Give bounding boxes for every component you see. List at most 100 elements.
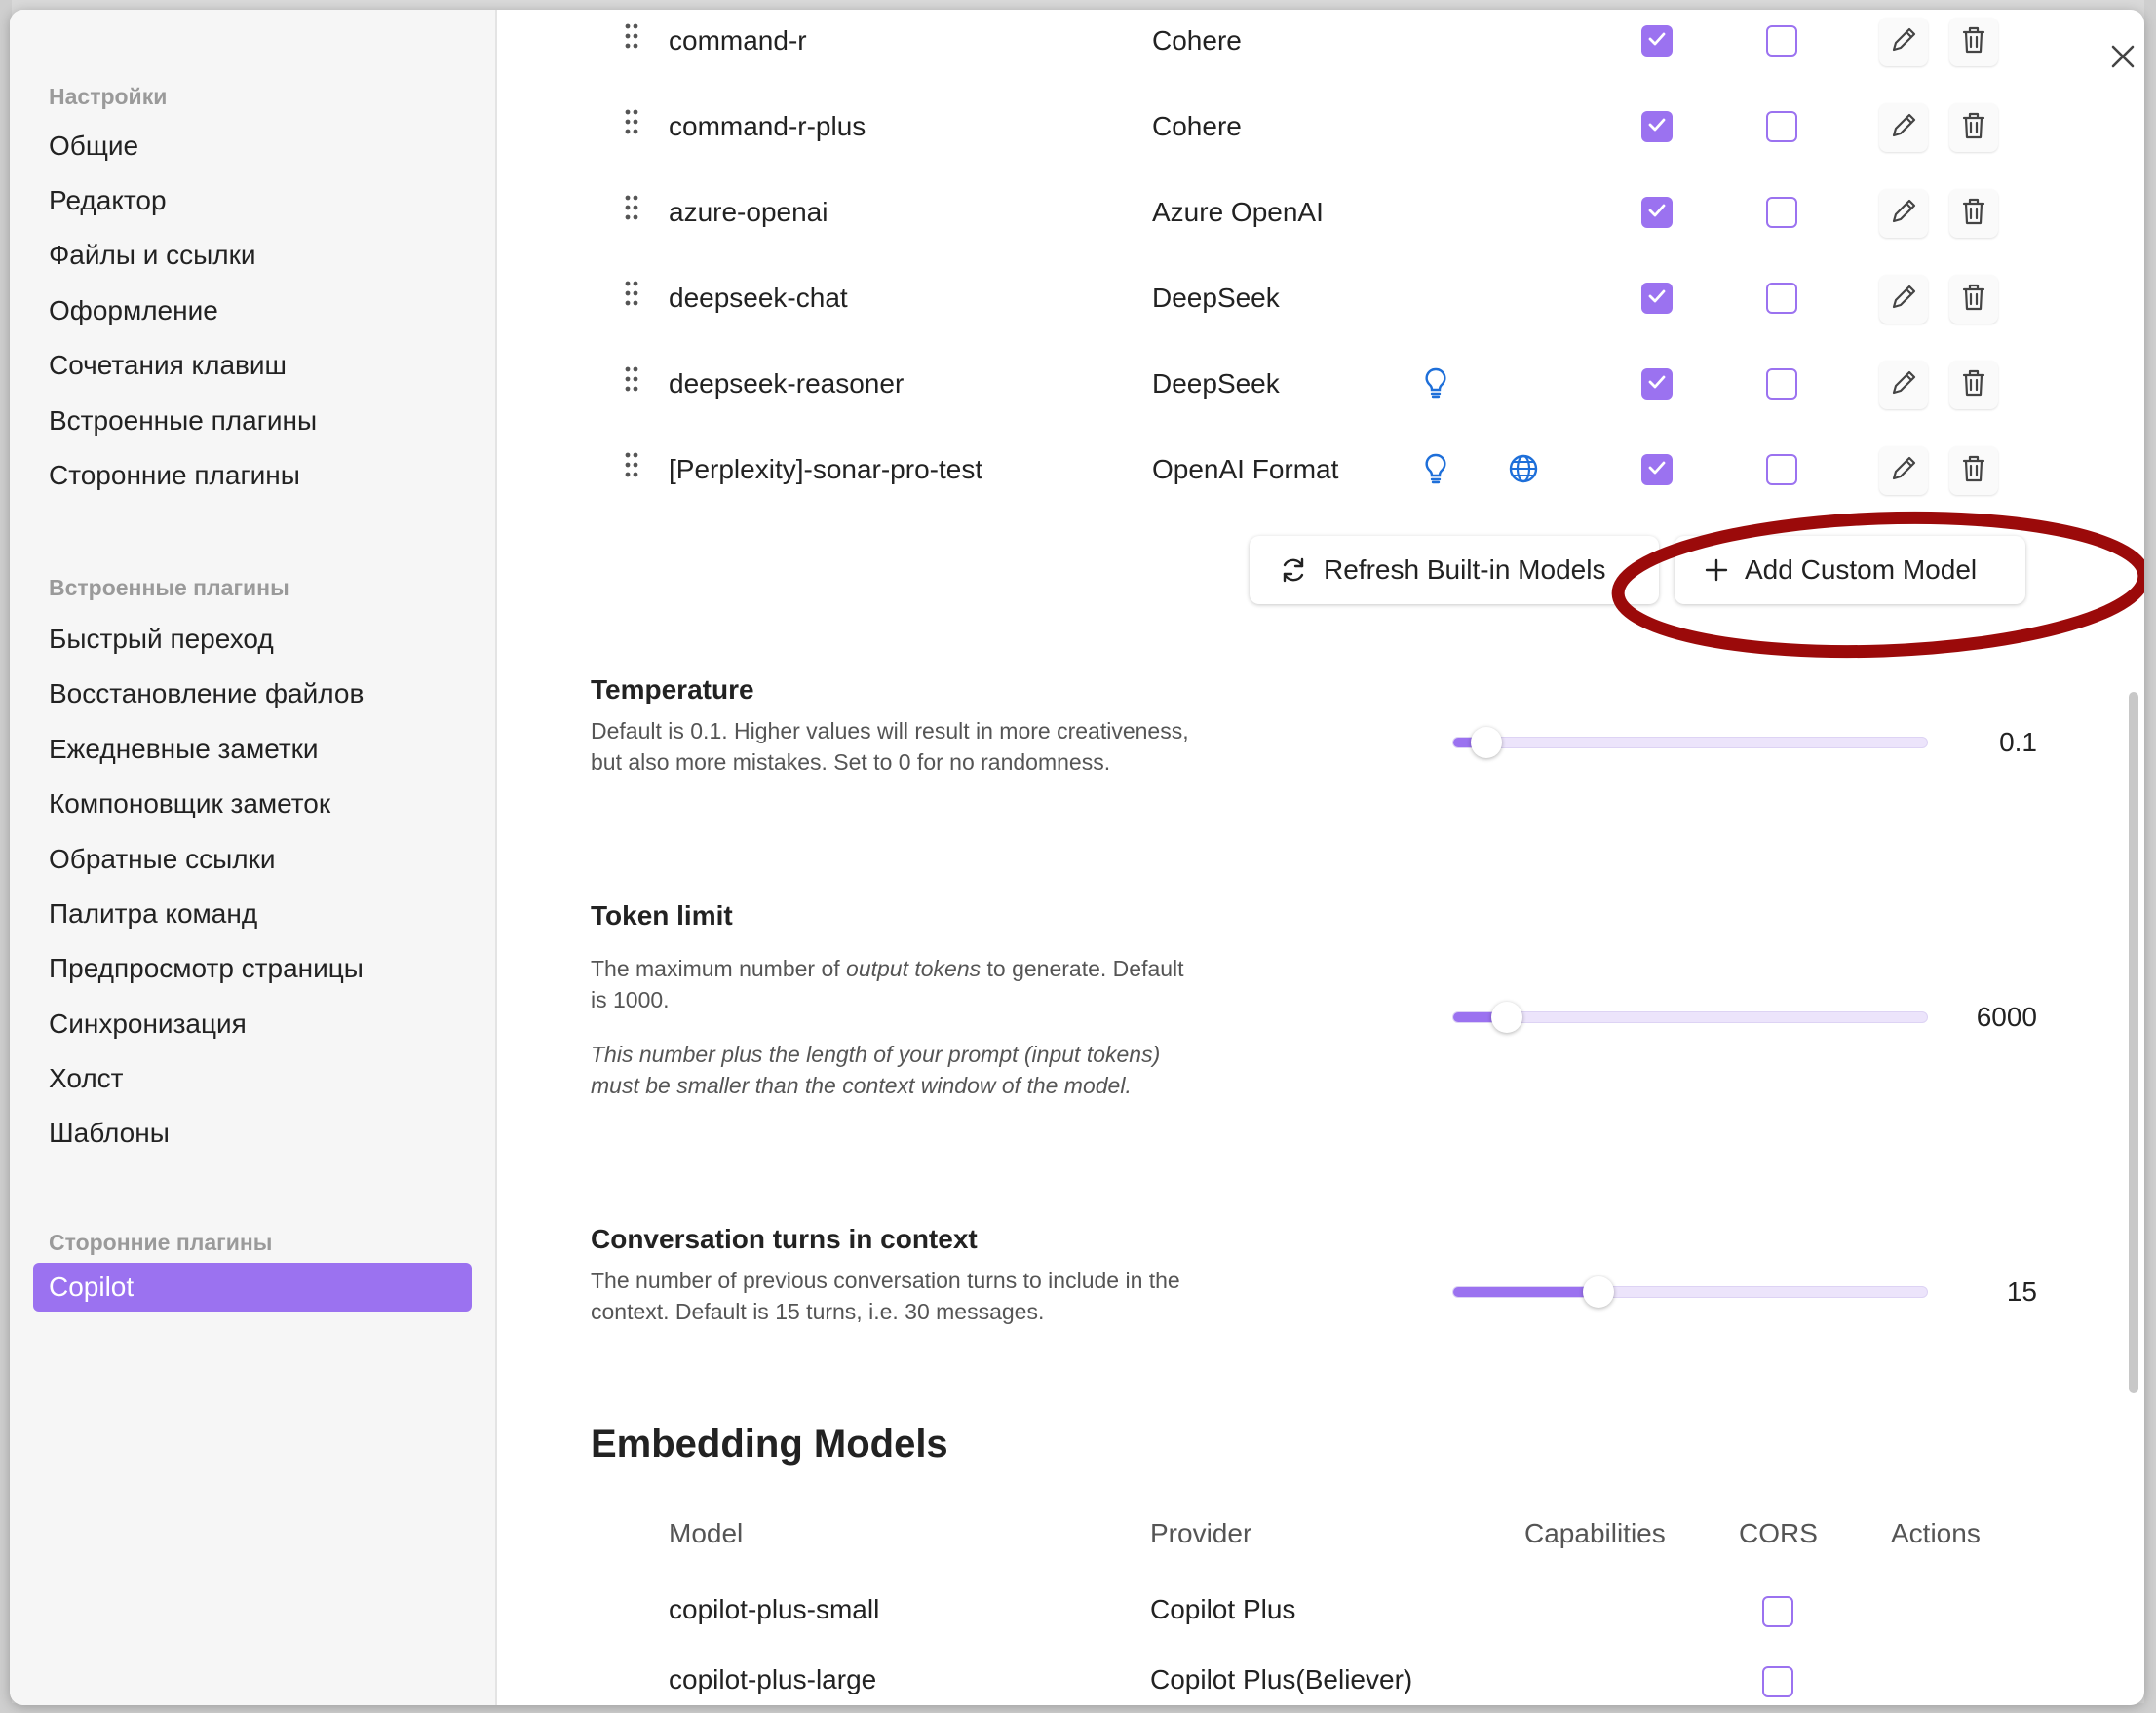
edit-model-button[interactable] xyxy=(1879,361,1928,409)
cors-checkbox[interactable] xyxy=(1766,25,1797,57)
globe-icon xyxy=(1507,452,1540,490)
drag-handle-icon[interactable] xyxy=(622,193,641,227)
column-header-actions: Actions xyxy=(1891,1518,1981,1548)
model-name: command-r xyxy=(669,25,807,56)
sidebar-item-hotkeys[interactable]: Сочетания клавиш xyxy=(49,344,287,387)
conversation-turns-slider-thumb[interactable] xyxy=(1583,1276,1615,1308)
temperature-slider-thumb[interactable] xyxy=(1471,727,1503,758)
sidebar-item-general[interactable]: Общие xyxy=(49,125,138,168)
drag-handle-icon[interactable] xyxy=(622,107,641,141)
table-row: [Perplexity]-sonar-pro-test OpenAI Format xyxy=(497,440,2144,499)
table-row: azure-openai Azure OpenAI xyxy=(497,183,2144,242)
content-scrollbar[interactable] xyxy=(2129,692,2138,1393)
sidebar-item-appearance[interactable]: Оформление xyxy=(49,289,218,332)
cors-checkbox[interactable] xyxy=(1766,283,1797,314)
trash-icon xyxy=(1959,196,1988,232)
sidebar-item-sync[interactable]: Синхронизация xyxy=(49,1003,247,1046)
sidebar-item-backlinks[interactable]: Обратные ссылки xyxy=(49,838,275,881)
refresh-built-in-models-button[interactable]: Refresh Built-in Models xyxy=(1250,536,1659,604)
column-header-model: Model xyxy=(669,1518,744,1548)
check-icon xyxy=(1646,286,1668,312)
model-name: deepseek-reasoner xyxy=(669,368,905,399)
enable-checkbox[interactable] xyxy=(1641,25,1673,57)
column-header-capabilities: Capabilities xyxy=(1524,1518,1666,1548)
model-provider: OpenAI Format xyxy=(1152,454,1339,484)
model-name: [Perplexity]-sonar-pro-test xyxy=(669,454,983,484)
sidebar-group-title-settings: Настройки xyxy=(49,84,168,109)
pencil-icon xyxy=(1888,282,1919,318)
edit-model-button[interactable] xyxy=(1879,189,1928,238)
edit-model-button[interactable] xyxy=(1879,18,1928,66)
settings-sidebar: Настройки Общие Редактор Файлы и ссылки … xyxy=(10,10,497,1705)
temperature-value: 0.1 xyxy=(1999,727,2037,757)
embedding-models-title: Embedding Models xyxy=(591,1423,948,1466)
delete-model-button[interactable] xyxy=(1949,189,1998,238)
pencil-icon xyxy=(1888,110,1919,146)
edit-model-button[interactable] xyxy=(1879,275,1928,324)
delete-model-button[interactable] xyxy=(1949,275,1998,324)
drag-handle-icon[interactable] xyxy=(622,450,641,484)
embedding-cors-checkbox[interactable] xyxy=(1762,1596,1793,1627)
sidebar-item-note-composer[interactable]: Компоновщик заметок xyxy=(49,782,330,825)
drag-handle-icon[interactable] xyxy=(622,279,641,313)
trash-icon xyxy=(1959,367,1988,403)
refresh-icon xyxy=(1283,557,1304,583)
cors-checkbox[interactable] xyxy=(1766,454,1797,485)
embedding-model-name: copilot-plus-large xyxy=(669,1664,877,1694)
delete-model-button[interactable] xyxy=(1949,18,1998,66)
sidebar-item-daily-notes[interactable]: Ежедневные заметки xyxy=(49,728,319,771)
model-provider: DeepSeek xyxy=(1152,368,1280,399)
sidebar-item-command-palette[interactable]: Палитра команд xyxy=(49,893,257,935)
sidebar-item-canvas[interactable]: Холст xyxy=(49,1057,123,1100)
edit-model-button[interactable] xyxy=(1879,446,1928,495)
sidebar-item-templates[interactable]: Шаблоны xyxy=(49,1112,170,1155)
sidebar-item-quick-switcher[interactable]: Быстрый переход xyxy=(49,618,274,661)
edit-model-button[interactable] xyxy=(1879,103,1928,152)
sidebar-item-editor[interactable]: Редактор xyxy=(49,179,167,222)
trash-icon xyxy=(1959,110,1988,146)
conversation-turns-value: 15 xyxy=(2006,1276,2037,1307)
delete-model-button[interactable] xyxy=(1949,103,1998,152)
embedding-model-provider: Copilot Plus(Believer) xyxy=(1150,1664,1413,1694)
sidebar-item-files-links[interactable]: Файлы и ссылки xyxy=(49,234,256,277)
conversation-turns-slider[interactable] xyxy=(1452,1276,1928,1308)
enable-checkbox[interactable] xyxy=(1641,283,1673,314)
token-limit-title: Token limit xyxy=(591,900,733,931)
temperature-title: Temperature xyxy=(591,674,754,704)
table-row: deepseek-chat DeepSeek xyxy=(497,269,2144,327)
cors-checkbox[interactable] xyxy=(1766,197,1797,228)
delete-model-button[interactable] xyxy=(1949,446,1998,495)
enable-checkbox[interactable] xyxy=(1641,454,1673,485)
enable-checkbox[interactable] xyxy=(1641,111,1673,142)
check-icon xyxy=(1646,457,1668,483)
model-name: azure-openai xyxy=(669,197,828,227)
sidebar-item-community-plugins[interactable]: Сторонние плагины xyxy=(49,454,300,497)
embedding-cors-checkbox[interactable] xyxy=(1762,1666,1793,1697)
temperature-slider[interactable] xyxy=(1452,727,1928,758)
sidebar-item-page-preview[interactable]: Предпросмотр страницы xyxy=(49,947,364,990)
cors-checkbox[interactable] xyxy=(1766,111,1797,142)
check-icon xyxy=(1646,28,1668,55)
token-limit-slider[interactable] xyxy=(1452,1002,1928,1033)
token-limit-slider-thumb[interactable] xyxy=(1491,1002,1523,1033)
delete-model-button[interactable] xyxy=(1949,361,1998,409)
drag-handle-icon[interactable] xyxy=(622,21,641,56)
sidebar-item-file-recovery[interactable]: Восстановление файлов xyxy=(49,672,364,715)
check-icon xyxy=(1646,371,1668,398)
drag-handle-icon[interactable] xyxy=(622,364,641,399)
token-limit-value: 6000 xyxy=(1976,1002,2037,1032)
enable-checkbox[interactable] xyxy=(1641,368,1673,400)
sidebar-item-core-plugins[interactable]: Встроенные плагины xyxy=(49,400,317,442)
table-row: command-r-plus Cohere xyxy=(497,97,2144,156)
temperature-description: Default is 0.1. Higher values will resul… xyxy=(591,718,1189,775)
cors-checkbox[interactable] xyxy=(1766,368,1797,400)
token-limit-description: The maximum number of output tokens to g… xyxy=(591,956,1184,1012)
background-window-right xyxy=(2144,0,2156,1713)
pencil-icon xyxy=(1888,196,1919,232)
table-row: command-r Cohere xyxy=(497,12,2144,70)
sidebar-item-copilot[interactable]: Copilot xyxy=(33,1263,472,1312)
conversation-turns-description: The number of previous conversation turn… xyxy=(591,1268,1180,1324)
pencil-icon xyxy=(1888,24,1919,60)
sidebar-group-title-community-plugins: Сторонние плагины xyxy=(49,1230,273,1255)
enable-checkbox[interactable] xyxy=(1641,197,1673,228)
